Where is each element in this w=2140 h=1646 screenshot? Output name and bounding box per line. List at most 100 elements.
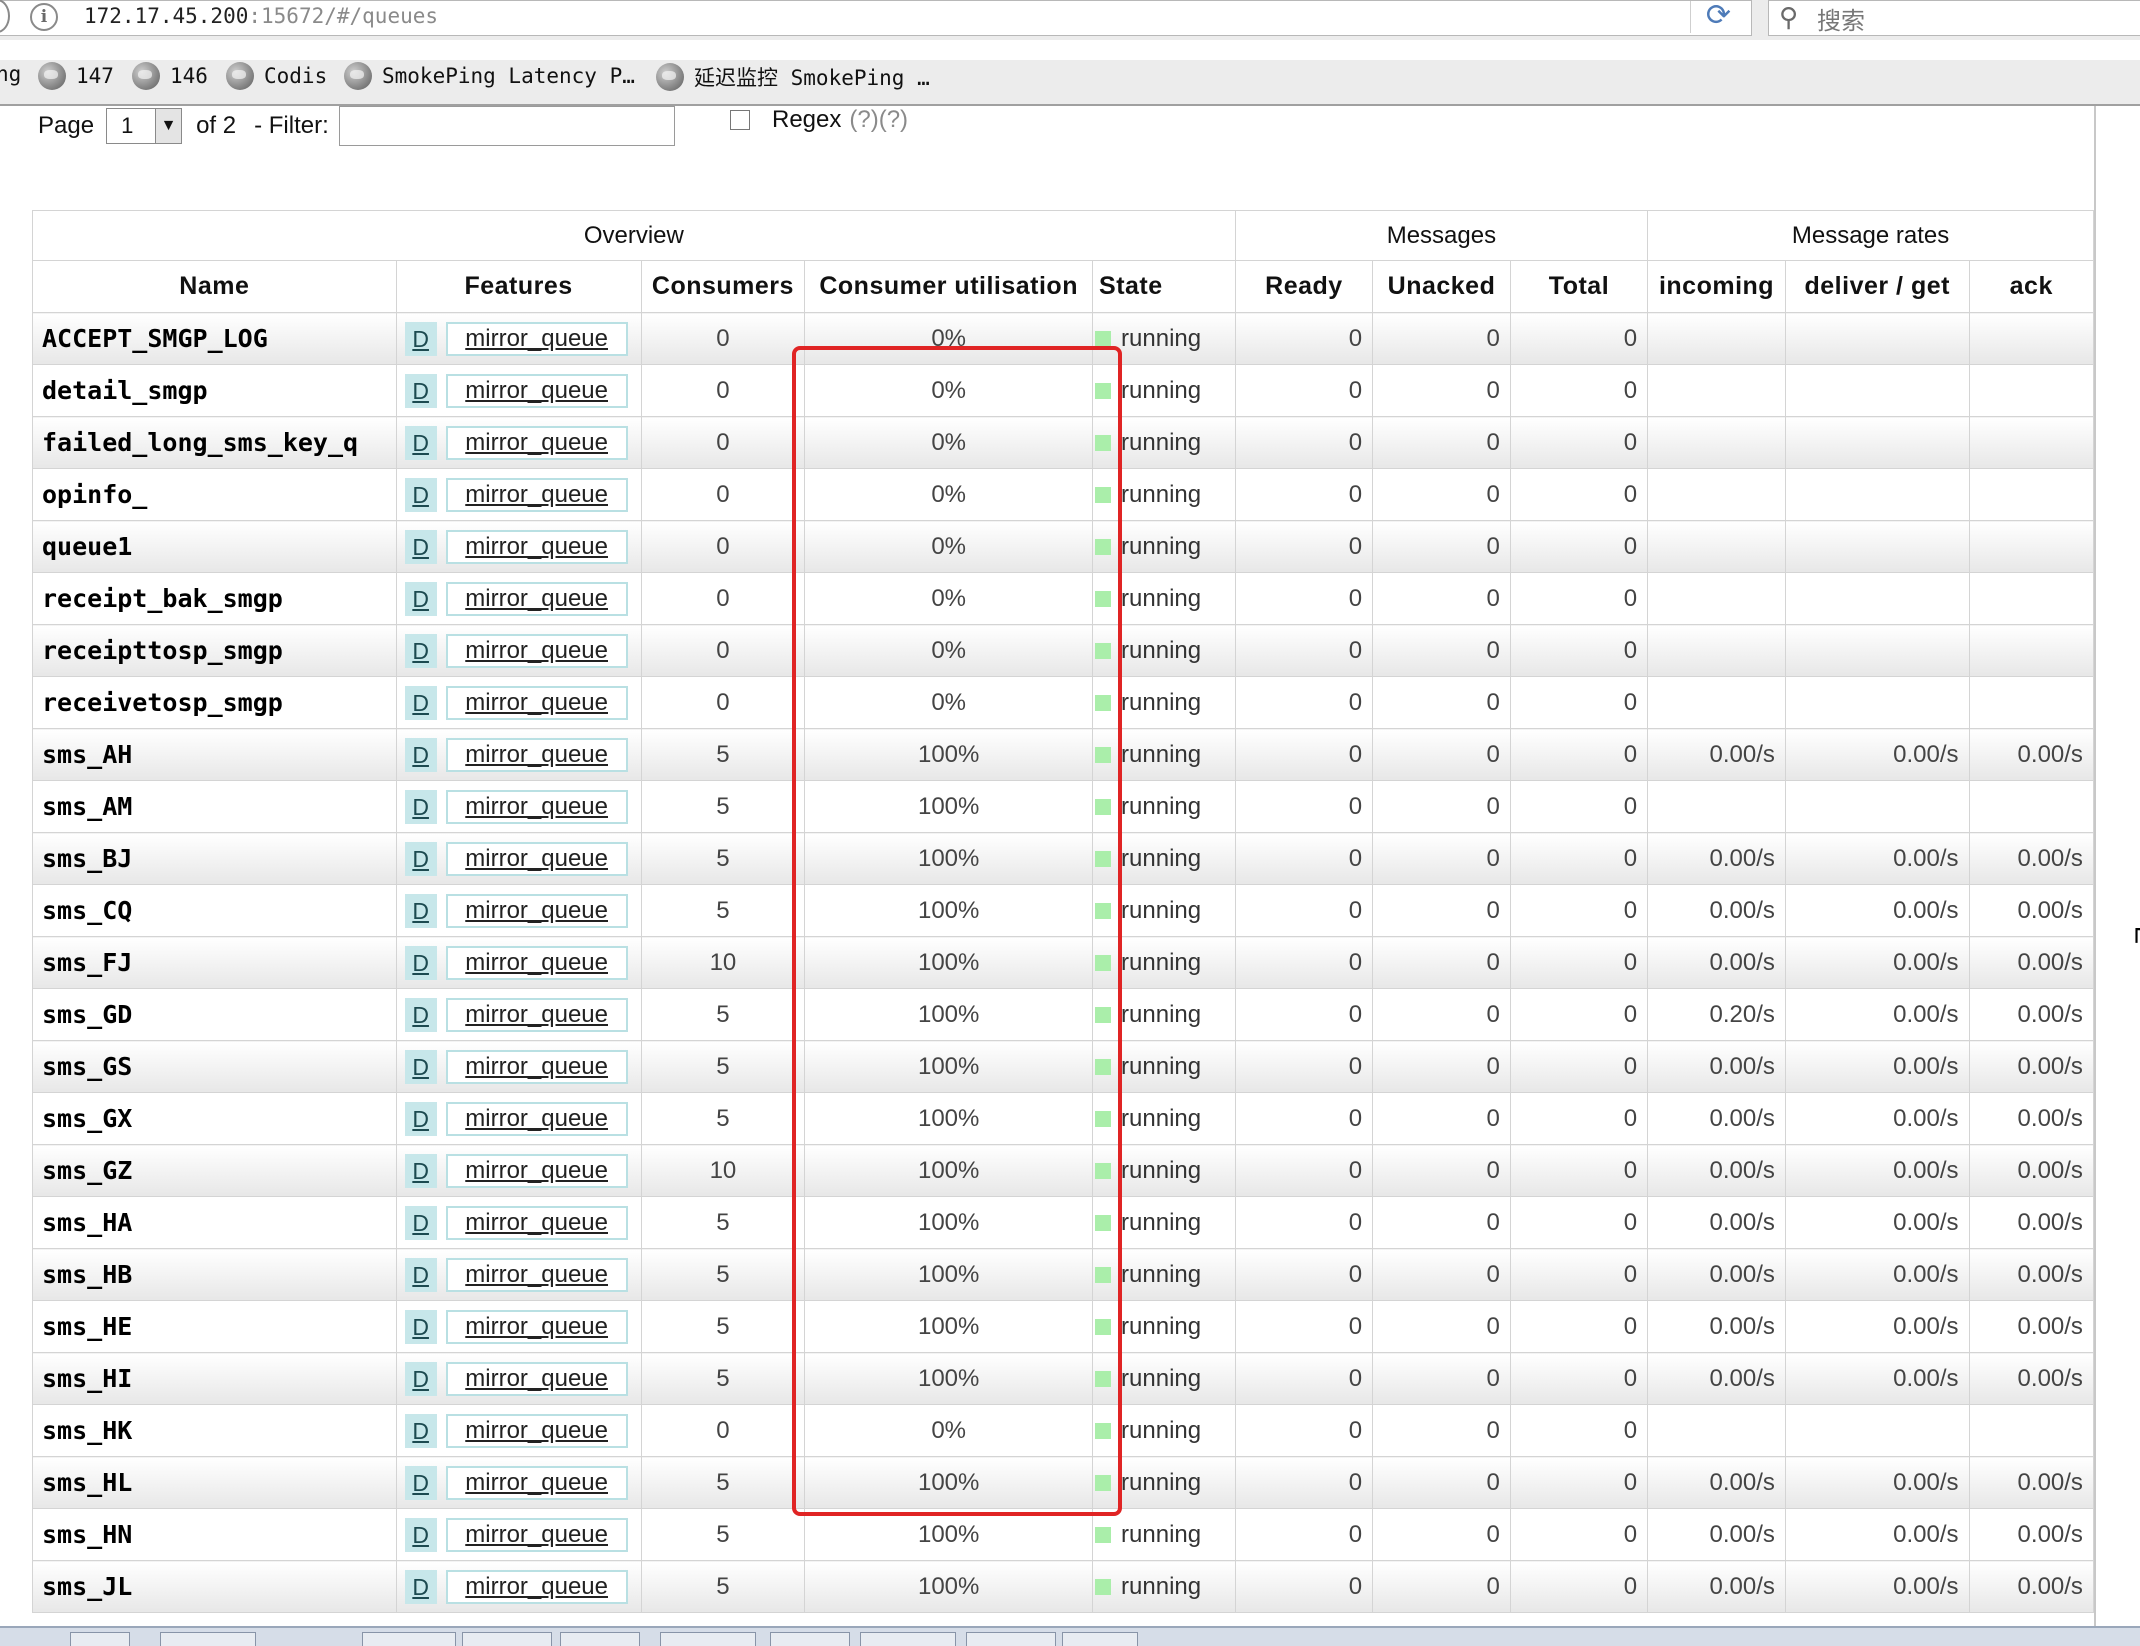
durable-badge[interactable]: D bbox=[404, 893, 437, 928]
site-info-icon[interactable]: i bbox=[30, 3, 58, 31]
queue-name-link[interactable]: sms_HN bbox=[32, 1508, 397, 1561]
queue-name-link[interactable]: sms_GZ bbox=[32, 1144, 397, 1197]
durable-badge[interactable]: D bbox=[404, 1257, 437, 1292]
durable-badge[interactable]: D bbox=[404, 1153, 437, 1188]
durable-badge[interactable]: D bbox=[404, 373, 437, 408]
search-input[interactable]: ⚲ 搜索 bbox=[1768, 0, 2140, 36]
taskbar-button[interactable] bbox=[860, 1632, 956, 1646]
queue-name-link[interactable]: sms_HB bbox=[32, 1248, 397, 1301]
policy-badge[interactable]: mirror_queue bbox=[445, 1361, 628, 1396]
taskbar-button[interactable] bbox=[1062, 1632, 1138, 1646]
policy-badge[interactable]: mirror_queue bbox=[445, 893, 628, 928]
policy-badge[interactable]: mirror_queue bbox=[445, 373, 628, 408]
queue-name-link[interactable]: sms_HI bbox=[32, 1352, 397, 1405]
regex-checkbox[interactable] bbox=[730, 110, 750, 130]
durable-badge[interactable]: D bbox=[404, 477, 437, 512]
policy-badge[interactable]: mirror_queue bbox=[445, 1049, 628, 1084]
queue-name-link[interactable]: opinfo_ bbox=[32, 468, 397, 521]
queue-name-link[interactable]: sms_JL bbox=[32, 1560, 397, 1613]
queue-name-link[interactable]: sms_AM bbox=[32, 780, 397, 833]
queue-name-link[interactable]: receipt_bak_smgp bbox=[32, 572, 397, 625]
taskbar-button[interactable] bbox=[770, 1632, 850, 1646]
queue-name-link[interactable]: sms_GD bbox=[32, 988, 397, 1041]
durable-badge[interactable]: D bbox=[404, 997, 437, 1032]
policy-badge[interactable]: mirror_queue bbox=[445, 945, 628, 980]
policy-badge[interactable]: mirror_queue bbox=[445, 685, 628, 720]
durable-badge[interactable]: D bbox=[404, 1101, 437, 1136]
policy-badge[interactable]: mirror_queue bbox=[445, 789, 628, 824]
queue-name-link[interactable]: sms_HK bbox=[32, 1404, 397, 1457]
policy-badge[interactable]: mirror_queue bbox=[445, 1569, 628, 1604]
durable-badge[interactable]: D bbox=[404, 789, 437, 824]
queue-name-link[interactable]: receipttosp_smgp bbox=[32, 624, 397, 677]
chevron-down-icon[interactable]: ▼ bbox=[155, 109, 182, 143]
queue-name-link[interactable]: sms_GX bbox=[32, 1092, 397, 1145]
taskbar-button[interactable] bbox=[560, 1632, 640, 1646]
queue-name-link[interactable]: receivetosp_smgp bbox=[32, 676, 397, 729]
durable-badge[interactable]: D bbox=[404, 1361, 437, 1396]
url-text[interactable]: 172.17.45.200:15672/#/queues bbox=[84, 4, 438, 28]
durable-badge[interactable]: D bbox=[404, 321, 437, 356]
durable-badge[interactable]: D bbox=[404, 1569, 437, 1604]
durable-badge[interactable]: D bbox=[404, 633, 437, 668]
policy-badge[interactable]: mirror_queue bbox=[445, 1465, 628, 1500]
taskbar-button[interactable] bbox=[966, 1632, 1056, 1646]
policy-badge[interactable]: mirror_queue bbox=[445, 581, 628, 616]
queue-name-link[interactable]: detail_smgp bbox=[32, 364, 397, 417]
column-header-ready[interactable]: Ready bbox=[1234, 260, 1374, 313]
durable-badge[interactable]: D bbox=[404, 1517, 437, 1552]
bookmark-item[interactable]: 146 bbox=[132, 62, 208, 90]
policy-badge[interactable]: mirror_queue bbox=[445, 841, 628, 876]
column-header-deliver-get[interactable]: deliver / get bbox=[1784, 260, 1970, 313]
policy-badge[interactable]: mirror_queue bbox=[445, 633, 628, 668]
queue-name-link[interactable]: failed_long_sms_key_q bbox=[32, 416, 397, 469]
durable-badge[interactable]: D bbox=[404, 841, 437, 876]
durable-badge[interactable]: D bbox=[404, 581, 437, 616]
column-header-ack[interactable]: ack bbox=[1968, 260, 2094, 313]
policy-badge[interactable]: mirror_queue bbox=[445, 1153, 628, 1188]
queue-name-link[interactable]: queue1 bbox=[32, 520, 397, 573]
durable-badge[interactable]: D bbox=[404, 1205, 437, 1240]
durable-badge[interactable]: D bbox=[404, 529, 437, 564]
regex-help-link[interactable]: (?)(?) bbox=[849, 106, 908, 134]
policy-badge[interactable]: mirror_queue bbox=[445, 321, 628, 356]
taskbar-button[interactable] bbox=[362, 1632, 456, 1646]
taskbar-button[interactable] bbox=[660, 1632, 756, 1646]
policy-badge[interactable]: mirror_queue bbox=[445, 529, 628, 564]
taskbar-button[interactable] bbox=[462, 1632, 552, 1646]
queue-name-link[interactable]: sms_FJ bbox=[32, 936, 397, 989]
column-header-state[interactable]: State bbox=[1092, 260, 1236, 313]
column-header-unacked[interactable]: Unacked bbox=[1372, 260, 1511, 313]
column-header-incoming[interactable]: incoming bbox=[1647, 260, 1786, 313]
durable-badge[interactable]: D bbox=[404, 737, 437, 772]
policy-badge[interactable]: mirror_queue bbox=[445, 997, 628, 1032]
queue-name-link[interactable]: sms_AH bbox=[32, 728, 397, 781]
back-button[interactable] bbox=[0, 0, 10, 33]
durable-badge[interactable]: D bbox=[404, 1465, 437, 1500]
queue-name-link[interactable]: sms_HE bbox=[32, 1300, 397, 1353]
queue-name-link[interactable]: sms_BJ bbox=[32, 832, 397, 885]
column-header-name[interactable]: Name bbox=[32, 260, 397, 313]
taskbar-button[interactable] bbox=[160, 1632, 256, 1646]
policy-badge[interactable]: mirror_queue bbox=[445, 1413, 628, 1448]
queue-name-link[interactable]: ACCEPT_SMGP_LOG bbox=[32, 312, 397, 365]
policy-badge[interactable]: mirror_queue bbox=[445, 737, 628, 772]
durable-badge[interactable]: D bbox=[404, 945, 437, 980]
column-header-features[interactable]: Features bbox=[395, 260, 642, 313]
filter-input[interactable] bbox=[338, 106, 675, 146]
bookmark-item[interactable]: 延迟监控 SmokePing … bbox=[656, 62, 930, 92]
policy-badge[interactable]: mirror_queue bbox=[445, 1517, 628, 1552]
column-header-total[interactable]: Total bbox=[1509, 260, 1649, 313]
address-bar[interactable]: i 172.17.45.200:15672/#/queues ⟳ bbox=[0, 0, 1752, 36]
bookmark-item[interactable]: 147 bbox=[38, 62, 114, 90]
durable-badge[interactable]: D bbox=[404, 1309, 437, 1344]
column-header-consumers[interactable]: Consumers bbox=[640, 260, 806, 313]
queue-name-link[interactable]: sms_HL bbox=[32, 1456, 397, 1509]
bookmark-item[interactable]: ng bbox=[0, 62, 21, 86]
column-header-utilisation[interactable]: Consumer utilisation bbox=[804, 260, 1094, 313]
reload-icon[interactable]: ⟳ bbox=[1690, 1, 1746, 33]
bookmark-item[interactable]: SmokePing Latency P… bbox=[344, 62, 635, 90]
queue-name-link[interactable]: sms_CQ bbox=[32, 884, 397, 937]
queue-name-link[interactable]: sms_HA bbox=[32, 1196, 397, 1249]
taskbar-button[interactable] bbox=[70, 1632, 130, 1646]
